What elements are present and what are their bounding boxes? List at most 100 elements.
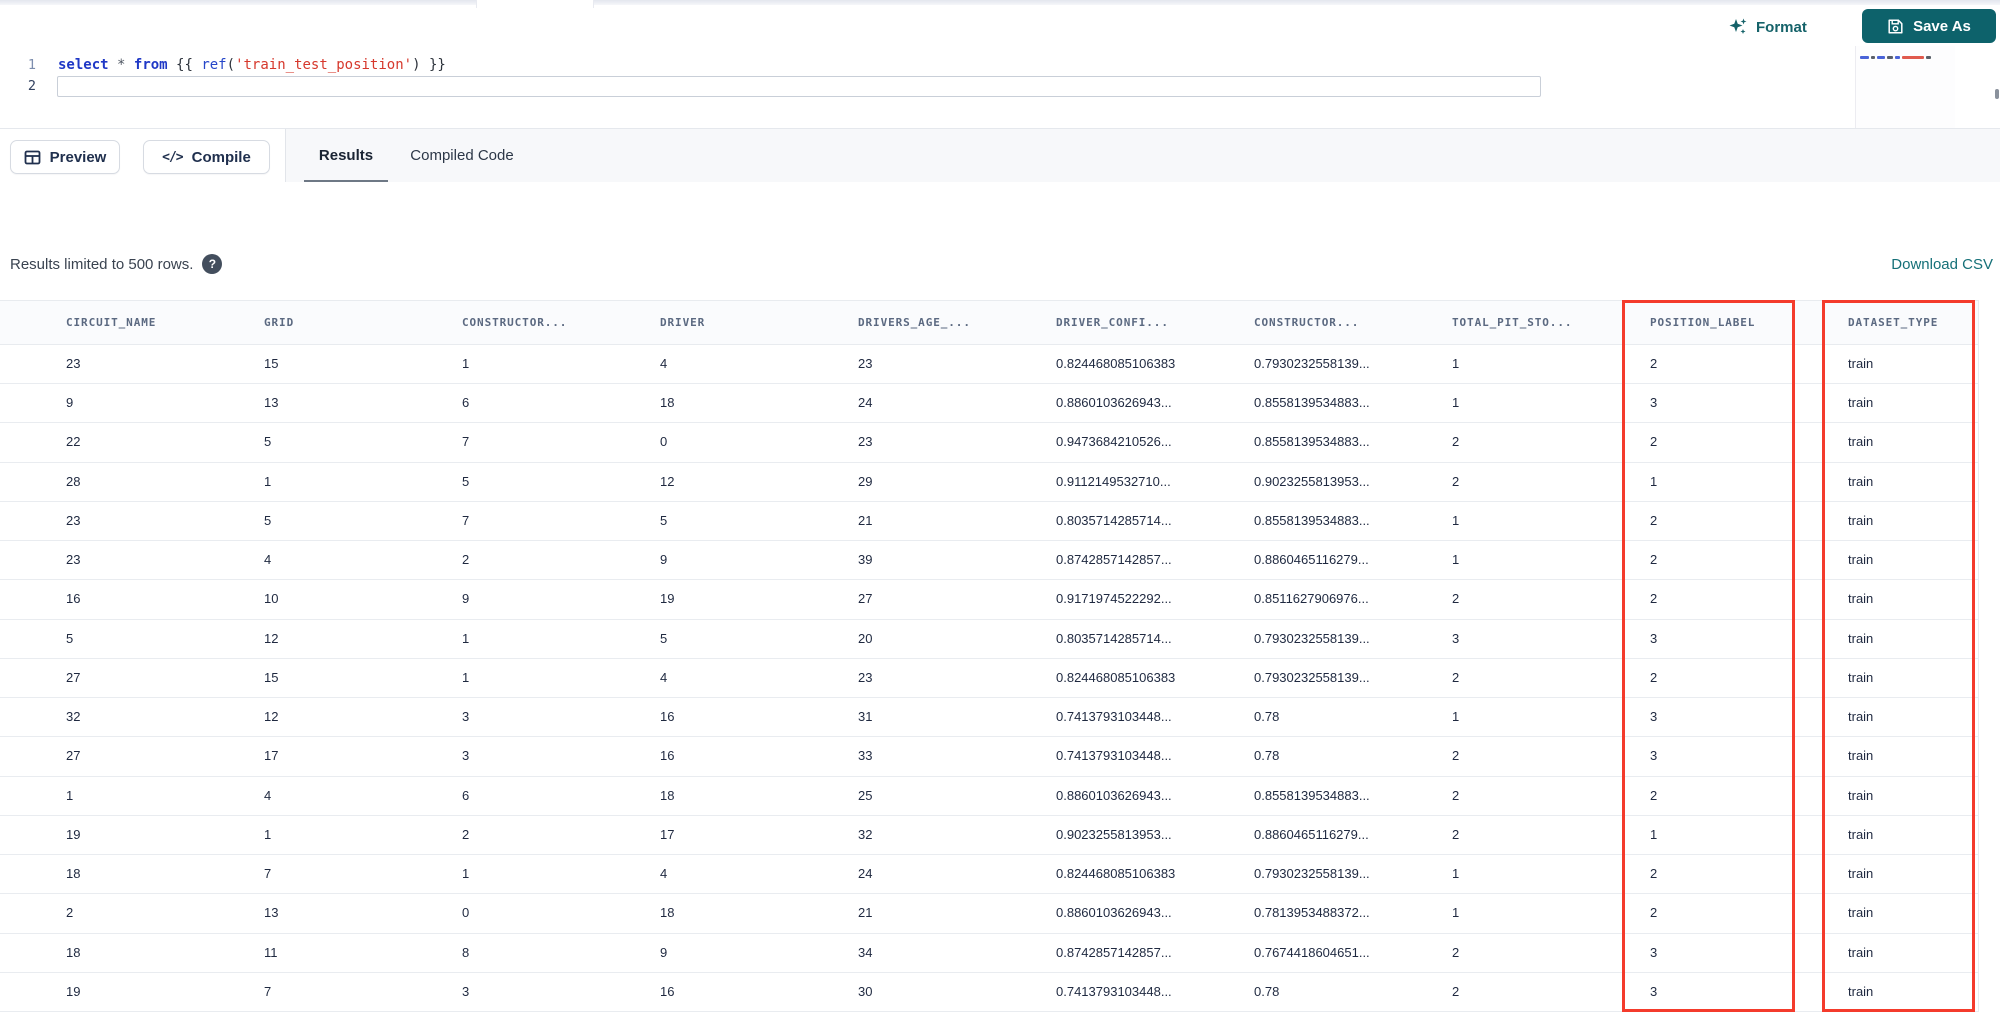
table-cell: 19 (66, 826, 81, 842)
table-cell: 2 (462, 552, 470, 568)
table-cell: 4 (660, 866, 668, 882)
editor-minimap[interactable] (1855, 46, 1955, 128)
table-cell: 5 (264, 512, 272, 528)
minimap-segment (1877, 56, 1885, 59)
table-cell: 8 (462, 944, 470, 960)
editor-scrollbar-thumb[interactable] (1995, 89, 1999, 99)
table-cell: 21 (858, 905, 873, 921)
table-cell: 3 (462, 983, 470, 999)
table-cell: 15 (264, 669, 279, 685)
column-header: DRIVER (660, 316, 706, 329)
save-icon (1887, 18, 1904, 35)
table-cell: 1 (1452, 356, 1460, 371)
save-as-button[interactable]: Save As (1862, 9, 1996, 43)
download-csv-link[interactable]: Download CSV (1891, 256, 1993, 273)
table-cell: 0.8860103626943... (1056, 395, 1172, 411)
code-line-1[interactable]: select * from {{ ref('train_test_positio… (58, 55, 446, 76)
table-cell: 9 (462, 591, 470, 607)
table-cell: 0.8558139534883... (1254, 787, 1370, 803)
line-number-2: 2 (27, 78, 36, 94)
table-cell: 23 (858, 434, 873, 450)
table-cell: 18 (660, 905, 675, 921)
table-cell: 0.78 (1254, 709, 1280, 725)
table-cell: 0.8860465116279... (1254, 552, 1369, 568)
table-cell: 1 (462, 669, 470, 685)
table-cell: 0.8860103626943... (1056, 905, 1172, 921)
table-cell: 9 (66, 395, 74, 411)
table-cell: 0.8558139534883... (1254, 395, 1370, 411)
table-cell: 2 (1452, 826, 1460, 842)
format-button[interactable]: Format (1728, 14, 1807, 40)
preview-button[interactable]: Preview (10, 140, 120, 174)
tab-results[interactable]: Results (304, 129, 388, 183)
table-cell: 23 (66, 512, 81, 528)
table-cell: 0.9023255813953... (1056, 826, 1172, 842)
table-cell: 1 (462, 356, 470, 371)
table-cell: 17 (264, 748, 279, 764)
table-cell: 9 (660, 944, 668, 960)
table-cell: 7 (264, 866, 272, 882)
table-cell: 0.7813953488372... (1254, 905, 1370, 921)
table-cell: 0.78 (1254, 748, 1280, 764)
table-cell: 24 (858, 866, 873, 882)
code-token-function: ref (201, 57, 227, 73)
table-cell: 7 (264, 983, 272, 999)
sql-editor[interactable]: 1 2 select * from {{ ref('train_test_pos… (0, 45, 2000, 128)
table-cell: 33 (858, 748, 873, 764)
table-cell: 0 (660, 434, 668, 450)
table-cell: 18 (660, 395, 675, 411)
table-cell: 17 (660, 826, 675, 842)
table-cell: 1 (1452, 866, 1460, 882)
table-cell: 19 (660, 591, 675, 607)
table-cell: 2 (1452, 983, 1460, 999)
table-cell: 0.824468085106383 (1056, 669, 1176, 685)
table-cell: 7 (462, 434, 470, 450)
minimap-segment (1887, 56, 1893, 59)
table-cell: 32 (858, 826, 873, 842)
results-info-bar: Results limited to 500 rows. ? Download … (0, 182, 2000, 300)
compile-button[interactable]: </> Compile (143, 140, 270, 174)
table-cell: 1 (1452, 552, 1460, 568)
table-cell: 0.7930232558139... (1254, 630, 1370, 646)
table-cell: 5 (462, 473, 470, 489)
help-icon[interactable]: ? (202, 254, 223, 274)
table-cell: 0.8860465116279... (1254, 826, 1369, 842)
table-cell: 0.8742857142857... (1056, 944, 1172, 960)
tab-strip-shade-right (594, 0, 2000, 5)
table-cell: 13 (264, 905, 279, 921)
table-cell: 0.7930232558139... (1254, 669, 1370, 685)
table-cell: 5 (264, 434, 272, 450)
table-cell: 22 (66, 434, 81, 450)
table-cell: 20 (858, 630, 873, 646)
active-file-tab[interactable] (476, 0, 594, 8)
table-cell: 15 (264, 356, 279, 371)
table-cell: 0.9112149532710... (1056, 473, 1171, 489)
table-cell: 27 (858, 591, 873, 607)
file-tab-strip (0, 0, 2000, 8)
table-cell: 19 (66, 983, 81, 999)
table-cell: 23 (858, 669, 873, 685)
table-cell: 0.7674418604651... (1254, 944, 1370, 960)
table-cell: 1 (264, 826, 272, 842)
table-cell: 0.8035714285714... (1056, 512, 1172, 528)
preview-button-label: Preview (49, 148, 107, 166)
table-cell: 1 (462, 630, 470, 646)
table-cell: 3 (462, 748, 470, 764)
table-cell: 1 (1452, 905, 1460, 921)
tab-compiled-code[interactable]: Compiled Code (410, 129, 514, 183)
table-cell: 0.8742857142857... (1056, 552, 1172, 568)
table-cell: 4 (660, 356, 668, 371)
table-cell: 0.8035714285714... (1056, 630, 1172, 646)
table-cell: 0.7413793103448... (1056, 983, 1172, 999)
code-token-string: 'train_test_position' (235, 57, 413, 73)
table-cell: 7 (462, 512, 470, 528)
results-limit-note: Results limited to 500 rows. ? (10, 254, 223, 274)
table-cell: 2 (1452, 473, 1460, 489)
code-token-plain: ( (226, 57, 236, 73)
toolbar-divider (285, 129, 286, 183)
table-cell: 0.824468085106383 (1056, 866, 1176, 882)
table-cell: 27 (66, 669, 81, 685)
table-cell: 23 (858, 356, 873, 371)
table-cell: 21 (858, 512, 873, 528)
